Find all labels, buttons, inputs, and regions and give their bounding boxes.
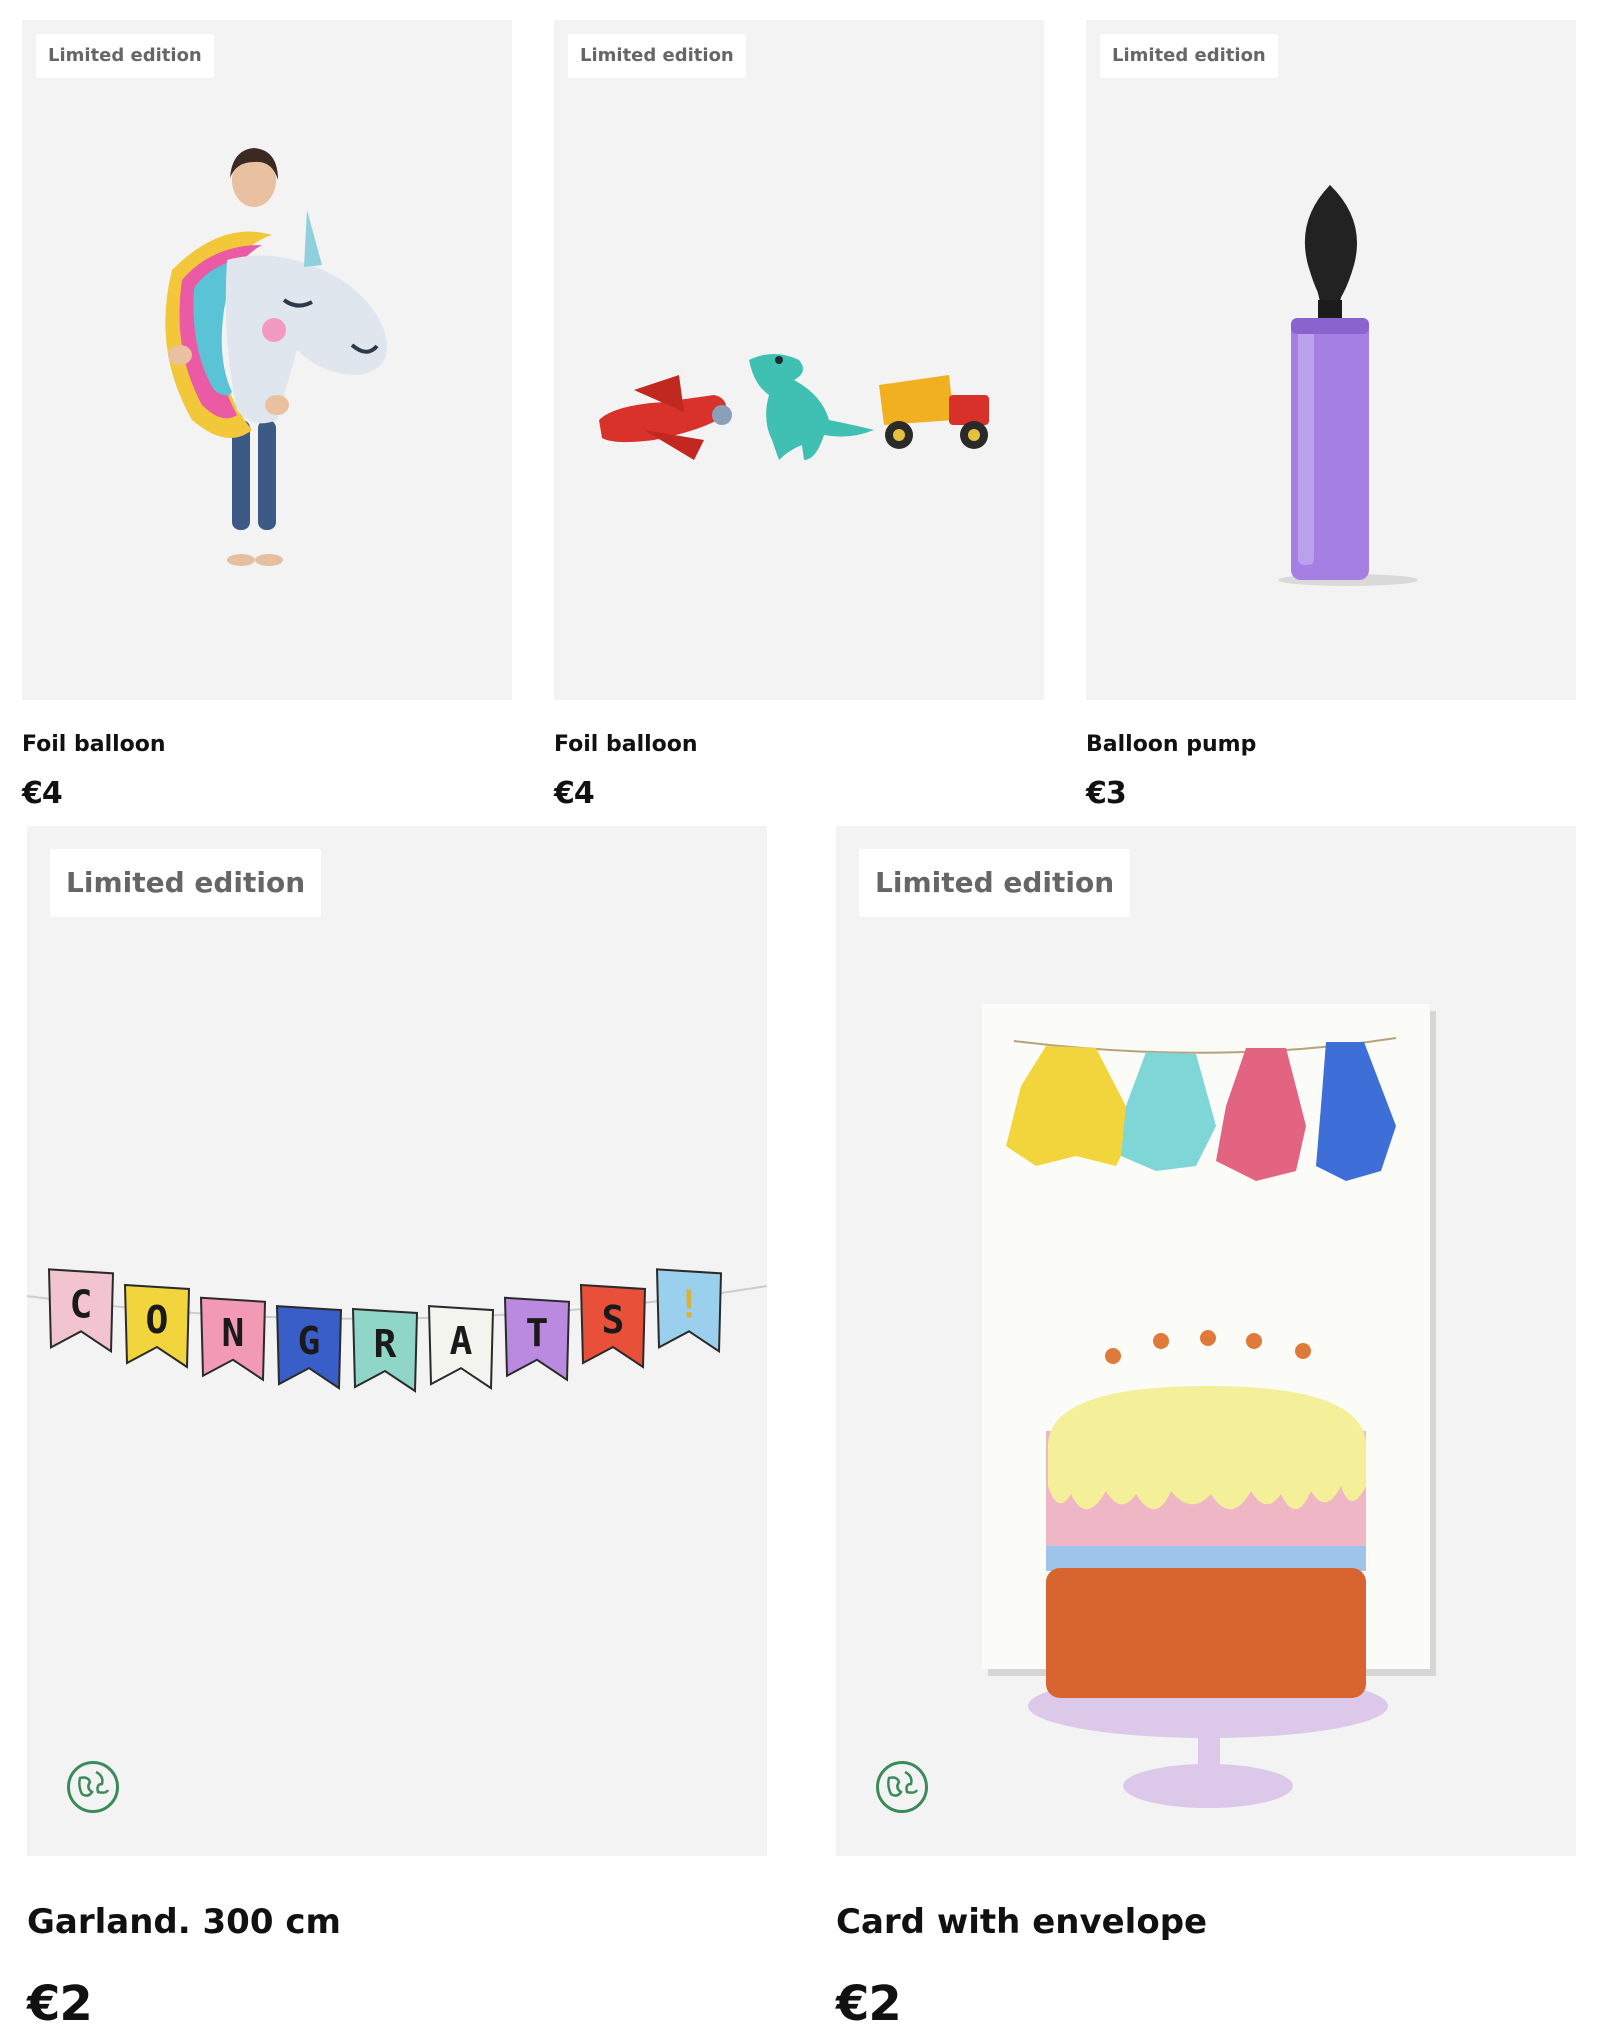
product-name[interactable]: Card with envelope	[836, 1902, 1207, 1942]
product-card-garland[interactable]: Limited edition C O N G R A T S! Garland. 300 c…	[27, 826, 767, 2036]
product-image-greeting-card[interactable]: Limited edition	[836, 826, 1576, 1856]
product-name[interactable]: Foil balloon	[22, 732, 166, 757]
product-price: €2	[27, 1976, 93, 2032]
garland-letter: S	[602, 1298, 625, 1342]
garland-pennant: C	[47, 1268, 115, 1354]
garland-letter: C	[70, 1282, 93, 1326]
garland-pennant: T	[503, 1296, 571, 1382]
balloon-pump-illustration	[1278, 140, 1418, 586]
product-name[interactable]: Balloon pump	[1086, 732, 1256, 757]
greeting-card-illustration	[982, 1004, 1436, 1808]
garland-letter: !	[678, 1282, 701, 1326]
globe-eco-icon	[67, 1761, 119, 1813]
garland-letter: A	[450, 1319, 473, 1363]
garland-letter: G	[298, 1319, 321, 1363]
garland-pennant: G	[275, 1305, 343, 1390]
garland-illustration: C O N G R A T S!	[27, 1268, 767, 1393]
product-name[interactable]: Foil balloon	[554, 732, 698, 757]
product-price: €2	[836, 1976, 902, 2032]
globe-eco-icon	[876, 1761, 928, 1813]
garland-letter: R	[374, 1322, 397, 1366]
garland-pennant: !	[655, 1268, 723, 1354]
product-card-balloon-pump[interactable]: Limited edition Balloon pump €3	[1086, 20, 1576, 820]
product-price: €4	[554, 776, 595, 811]
product-image-unicorn-balloon[interactable]: Limited edition	[22, 20, 512, 700]
product-card-unicorn-balloon[interactable]: Limited edition Foil balloon €4	[22, 20, 512, 820]
unicorn-balloon-illustration	[165, 148, 387, 566]
garland-pennant: S	[579, 1283, 647, 1369]
product-card-greeting-card[interactable]: Limited edition Card with envelope €2	[836, 826, 1576, 2036]
garland-letter: N	[222, 1311, 245, 1355]
garland-pennant: A	[427, 1305, 495, 1390]
product-image-vehicle-balloons[interactable]: Limited edition	[554, 20, 1044, 700]
product-price: €3	[1086, 776, 1127, 811]
product-image-balloon-pump[interactable]: Limited edition	[1086, 20, 1576, 700]
product-card-vehicle-balloons[interactable]: Limited edition Foil balloon €4	[554, 20, 1044, 820]
garland-letter: O	[146, 1298, 169, 1342]
garland-letter: T	[526, 1311, 549, 1355]
product-name[interactable]: Garland. 300 cm	[27, 1902, 341, 1942]
garland-pennant: O	[123, 1283, 191, 1369]
product-price: €4	[22, 776, 63, 811]
garland-pennant: N	[199, 1296, 267, 1382]
product-image-garland[interactable]: Limited edition C O N G R A T S!	[27, 826, 767, 1856]
vehicle-balloons-illustration	[599, 354, 989, 460]
garland-pennant: R	[351, 1307, 419, 1393]
